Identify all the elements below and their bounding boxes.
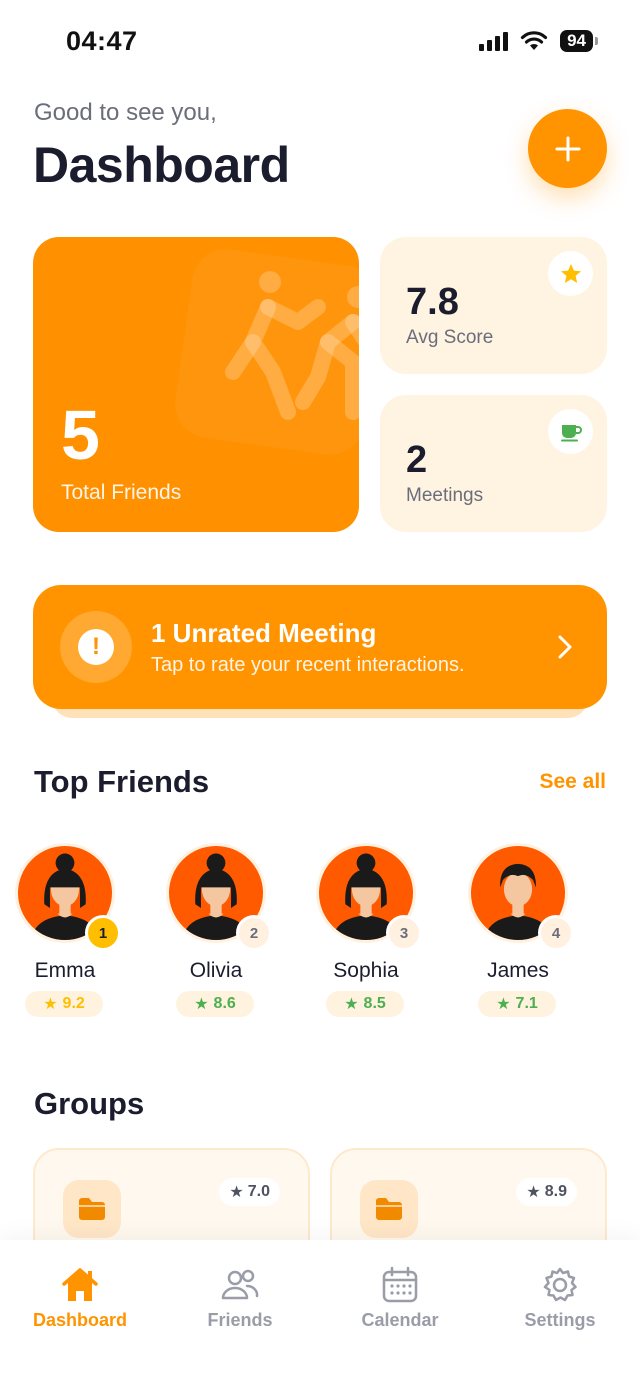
total-friends-card[interactable]: 5 Total Friends <box>33 237 359 532</box>
status-time: 04:47 <box>66 26 138 56</box>
tab-bar: Dashboard Friends Calendar Settings <box>0 1240 640 1385</box>
rank-badge: 4 <box>538 915 574 951</box>
coffee-badge <box>548 409 593 454</box>
avg-score-card[interactable]: 7.8 Avg Score <box>380 237 607 374</box>
star-icon: ★ <box>344 996 359 1013</box>
gear-icon <box>543 1267 577 1302</box>
friend-card[interactable]: 1 Emma ★ 9.2 <box>0 843 130 1023</box>
calendar-icon <box>382 1266 418 1303</box>
total-friends-label: Total Friends <box>61 481 182 504</box>
battery-level: 94 <box>560 30 593 52</box>
greeting-text: Good to see you, <box>34 99 217 126</box>
signal-icon <box>479 31 509 51</box>
add-button[interactable] <box>528 109 607 188</box>
people-icon <box>221 1269 259 1300</box>
chevron-right-icon <box>558 635 572 659</box>
total-friends-value: 5 <box>61 396 100 474</box>
tab-friends[interactable]: Friends <box>160 1266 320 1346</box>
tab-settings[interactable]: Settings <box>480 1266 640 1346</box>
group-score: ★ 8.9 <box>516 1178 577 1206</box>
unrated-meeting-banner[interactable]: ! 1 Unrated Meeting Tap to rate your rec… <box>33 585 607 709</box>
star-badge <box>548 251 593 296</box>
alert-icon: ! <box>60 611 132 683</box>
friend-card[interactable]: 2 Olivia ★ 8.6 <box>151 843 281 1023</box>
wifi-icon <box>520 31 548 50</box>
unrated-subtitle: Tap to rate your recent interactions. <box>151 654 465 676</box>
friend-score-value: 7.1 <box>515 995 538 1012</box>
battery-icon: 94 <box>560 30 598 52</box>
meetings-card[interactable]: 2 Meetings <box>380 395 607 532</box>
people-running-icon <box>225 271 359 420</box>
rank-badge: 3 <box>386 915 422 951</box>
friend-score: ★ 8.5 <box>326 991 404 1017</box>
meetings-label: Meetings <box>406 485 484 506</box>
top-friends-title: Top Friends <box>34 764 210 799</box>
friend-score: ★ 9.2 <box>25 991 103 1017</box>
friend-card[interactable]: 4 James ★ 7.1 <box>453 843 583 1023</box>
avg-score-value: 7.8 <box>406 281 459 323</box>
friend-score: ★ 7.1 <box>478 991 556 1017</box>
plus-icon <box>555 136 580 161</box>
star-icon: ★ <box>229 1184 244 1201</box>
rank-badge: 2 <box>236 915 272 951</box>
status-icons: 94 <box>479 30 598 52</box>
star-icon <box>560 263 581 283</box>
friend-score: ★ 8.6 <box>176 991 254 1017</box>
folder-icon <box>360 1180 418 1238</box>
status-bar: 04:47 94 <box>0 0 640 86</box>
group-score-value: 8.9 <box>544 1183 567 1200</box>
tab-label: Dashboard <box>32 1310 128 1330</box>
friend-score-value: 8.6 <box>213 995 236 1012</box>
home-icon <box>62 1268 98 1301</box>
coffee-icon <box>560 424 582 441</box>
unrated-title: 1 Unrated Meeting <box>151 618 377 648</box>
friend-score-value: 9.2 <box>62 995 85 1012</box>
groups-title: Groups <box>34 1086 145 1121</box>
group-score-value: 7.0 <box>247 1183 270 1200</box>
friend-name: Olivia <box>189 959 243 982</box>
tab-dashboard[interactable]: Dashboard <box>0 1266 160 1346</box>
star-icon: ★ <box>43 996 58 1013</box>
see-all-link[interactable]: See all <box>539 770 606 794</box>
group-score: ★ 7.0 <box>219 1178 280 1206</box>
friend-card[interactable]: 3 Sophia ★ 8.5 <box>301 843 431 1023</box>
star-icon: ★ <box>194 996 209 1013</box>
friend-name: Sophia <box>333 959 399 982</box>
friend-name: Emma <box>34 959 96 982</box>
friend-name: James <box>487 959 549 982</box>
friend-score-value: 8.5 <box>363 995 386 1012</box>
tab-label: Settings <box>524 1310 596 1330</box>
tab-calendar[interactable]: Calendar <box>320 1266 480 1346</box>
star-icon: ★ <box>526 1184 541 1201</box>
avg-score-label: Avg Score <box>406 327 494 348</box>
tab-label: Friends <box>207 1310 273 1330</box>
folder-icon <box>63 1180 121 1238</box>
star-icon: ★ <box>496 996 511 1013</box>
meetings-value: 2 <box>406 439 428 481</box>
tab-label: Calendar <box>361 1310 439 1330</box>
page-title: Dashboard <box>33 137 290 193</box>
rank-badge: 1 <box>85 915 121 951</box>
